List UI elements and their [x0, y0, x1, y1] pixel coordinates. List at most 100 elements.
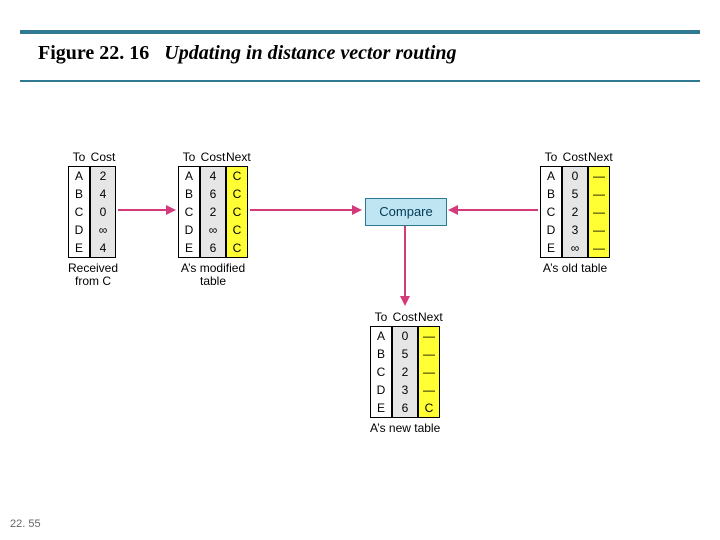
cell-to: C — [69, 203, 89, 221]
caption: Received from C — [68, 262, 118, 288]
cell-cost: ∞ — [563, 239, 587, 257]
col-next: — — — — C — [418, 326, 440, 418]
hdr-next: Next — [418, 310, 440, 324]
arrow-head-icon — [448, 205, 458, 215]
cell-to: B — [541, 185, 561, 203]
cell-to: B — [179, 185, 199, 203]
caption-l2: from C — [75, 274, 111, 288]
cell-cost: 2 — [563, 203, 587, 221]
arrow-head-icon — [166, 205, 176, 215]
cell-to: A — [179, 167, 199, 185]
arrow-compare-to-new — [404, 226, 406, 298]
arrow-received-to-modified — [118, 209, 168, 211]
cell-next: — — [589, 167, 609, 185]
cell-cost: ∞ — [91, 221, 115, 239]
cell-next: — — [589, 239, 609, 257]
cell-cost: 6 — [393, 399, 417, 417]
col-next: C C C C C — [226, 166, 248, 258]
caption-l1: A’s old table — [543, 261, 607, 275]
table-received: To Cost A B C D E 2 4 0 ∞ 4 Received fro… — [68, 150, 118, 288]
col-cost: 0 5 2 3 6 — [392, 326, 418, 418]
caption-l1: Received — [68, 261, 118, 275]
cell-next: C — [419, 399, 439, 417]
cell-cost: 4 — [201, 167, 225, 185]
cell-next: C — [227, 167, 247, 185]
col-cost: 2 4 0 ∞ 4 — [90, 166, 116, 258]
hdr-cost: Cost — [90, 150, 116, 164]
table-modified: To Cost Next A B C D E 4 6 2 ∞ 6 C C C — [178, 150, 248, 288]
cell-to: C — [371, 363, 391, 381]
hdr-to: To — [540, 150, 562, 164]
cell-to: C — [179, 203, 199, 221]
cell-to: D — [179, 221, 199, 239]
cell-cost: 4 — [91, 185, 115, 203]
cell-to: D — [69, 221, 89, 239]
cell-next: C — [227, 239, 247, 257]
col-cost: 4 6 2 ∞ 6 — [200, 166, 226, 258]
arrow-head-icon — [400, 296, 410, 306]
cell-cost: 5 — [563, 185, 587, 203]
hdr-to: To — [370, 310, 392, 324]
cell-cost: 5 — [393, 345, 417, 363]
cell-cost: 3 — [563, 221, 587, 239]
col-cost: 0 5 2 3 ∞ — [562, 166, 588, 258]
caption-l1: A’s new table — [370, 421, 440, 435]
cell-to: A — [69, 167, 89, 185]
cell-next: — — [419, 381, 439, 399]
caption-l1: A’s modified — [181, 261, 245, 275]
cell-to: E — [371, 399, 391, 417]
col-to: A B C D E — [68, 166, 90, 258]
cell-to: B — [371, 345, 391, 363]
arrow-old-to-compare — [458, 209, 538, 211]
cell-next: — — [589, 221, 609, 239]
cell-cost: 2 — [393, 363, 417, 381]
cell-to: C — [541, 203, 561, 221]
cell-next: C — [227, 203, 247, 221]
cell-cost: 3 — [393, 381, 417, 399]
cell-cost: 0 — [91, 203, 115, 221]
cell-cost: 0 — [393, 327, 417, 345]
cell-next: — — [419, 327, 439, 345]
diagram-stage: To Cost A B C D E 2 4 0 ∞ 4 Received fro… — [0, 100, 720, 520]
cell-next: C — [227, 185, 247, 203]
figure-number: Figure 22. 16 — [38, 42, 149, 64]
caption: A’s new table — [370, 422, 440, 435]
cell-to: D — [371, 381, 391, 399]
compare-box: Compare — [365, 198, 447, 226]
cell-cost: 6 — [201, 239, 225, 257]
cell-next: C — [227, 221, 247, 239]
cell-to: E — [541, 239, 561, 257]
col-to: A B C D E — [178, 166, 200, 258]
arrow-head-icon — [352, 205, 362, 215]
cell-next: — — [589, 185, 609, 203]
rule-bottom — [20, 80, 700, 82]
hdr-cost: Cost — [562, 150, 588, 164]
cell-cost: 2 — [91, 167, 115, 185]
hdr-next: Next — [588, 150, 610, 164]
cell-next: — — [419, 345, 439, 363]
slide-number: 22. 55 — [10, 518, 41, 530]
cell-to: D — [541, 221, 561, 239]
table-new: To Cost Next A B C D E 0 5 2 3 6 — — — — [370, 310, 440, 435]
cell-next: — — [419, 363, 439, 381]
hdr-cost: Cost — [200, 150, 226, 164]
hdr-next: Next — [226, 150, 248, 164]
caption-l2: table — [200, 274, 226, 288]
cell-to: E — [69, 239, 89, 257]
caption: A’s old table — [540, 262, 610, 275]
cell-cost: 6 — [201, 185, 225, 203]
cell-cost: 2 — [201, 203, 225, 221]
figure-title: Figure 22. 16 Updating in distance vecto… — [38, 42, 457, 65]
hdr-cost: Cost — [392, 310, 418, 324]
cell-to: B — [69, 185, 89, 203]
cell-cost: 0 — [563, 167, 587, 185]
col-to: A B C D E — [370, 326, 392, 418]
cell-cost: 4 — [91, 239, 115, 257]
cell-to: A — [541, 167, 561, 185]
cell-to: E — [179, 239, 199, 257]
caption: A’s modified table — [178, 262, 248, 288]
cell-to: A — [371, 327, 391, 345]
hdr-to: To — [178, 150, 200, 164]
col-next: — — — — — — [588, 166, 610, 258]
rule-top — [20, 30, 700, 34]
